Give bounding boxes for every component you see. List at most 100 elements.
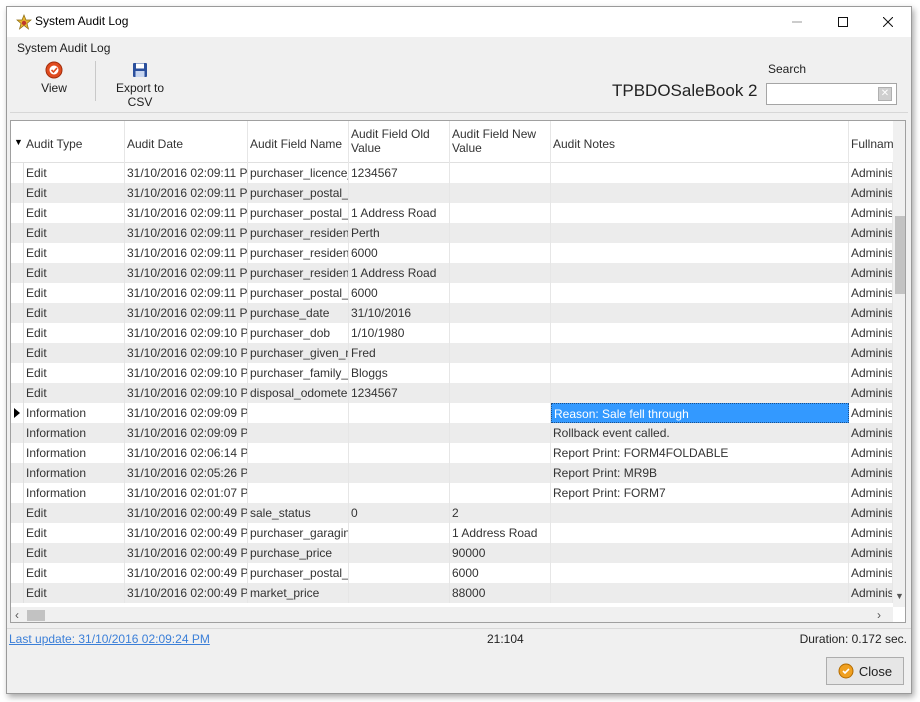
row-header[interactable]	[11, 423, 24, 443]
cell-fullname[interactable]: Adminis	[849, 503, 893, 523]
table-row[interactable]: Edit 31/10/2016 02:09:11 PM purchaser_resi…	[11, 223, 893, 243]
row-header[interactable]	[11, 183, 24, 203]
cell-new-value[interactable]	[450, 163, 551, 183]
row-header[interactable]	[11, 403, 24, 423]
cell-audit-notes[interactable]	[551, 183, 849, 203]
cell-new-value[interactable]	[450, 183, 551, 203]
cell-audit-notes[interactable]	[551, 383, 849, 403]
cell-field-name[interactable]	[248, 423, 349, 443]
cell-audit-notes[interactable]	[551, 323, 849, 343]
cell-old-value[interactable]	[349, 463, 450, 483]
cell-audit-type[interactable]: Edit	[24, 183, 125, 203]
cell-fullname[interactable]: Adminis	[849, 523, 893, 543]
cell-audit-notes[interactable]	[551, 223, 849, 243]
cell-field-name[interactable]: disposal_odometer	[248, 383, 349, 403]
cell-audit-date[interactable]: 31/10/2016 02:09:11 PM	[125, 303, 248, 323]
cell-audit-type[interactable]: Edit	[24, 343, 125, 363]
cell-audit-type[interactable]: Edit	[24, 503, 125, 523]
cell-old-value[interactable]: 6000	[349, 283, 450, 303]
table-row[interactable]: Edit 31/10/2016 02:00:49 PM purchase_price…	[11, 543, 893, 563]
clear-search-icon[interactable]: ✕	[878, 87, 892, 101]
cell-old-value[interactable]	[349, 403, 450, 423]
cell-field-name[interactable]: purchaser_residenti	[248, 223, 349, 243]
cell-new-value[interactable]	[450, 343, 551, 363]
cell-old-value[interactable]: Perth	[349, 223, 450, 243]
cell-audit-type[interactable]: Edit	[24, 303, 125, 323]
export-csv-button[interactable]: Export to CSV	[102, 61, 178, 109]
cell-audit-date[interactable]: 31/10/2016 02:00:49 PM	[125, 563, 248, 583]
cell-audit-notes[interactable]	[551, 583, 849, 603]
cell-fullname[interactable]: Adminis	[849, 243, 893, 263]
cell-fullname[interactable]: Adminis	[849, 223, 893, 243]
cell-audit-date[interactable]: 31/10/2016 02:09:11 PM	[125, 223, 248, 243]
table-row[interactable]: Edit 31/10/2016 02:09:11 PM purchase_date 3…	[11, 303, 893, 323]
cell-fullname[interactable]: Adminis	[849, 463, 893, 483]
cell-new-value[interactable]	[450, 323, 551, 343]
cell-old-value[interactable]: 1234567	[349, 163, 450, 183]
cell-new-value[interactable]	[450, 243, 551, 263]
cell-old-value[interactable]	[349, 423, 450, 443]
cell-audit-type[interactable]: Information	[24, 443, 125, 463]
cell-audit-date[interactable]: 31/10/2016 02:09:11 PM	[125, 203, 248, 223]
search-input[interactable]: ✕	[766, 83, 897, 105]
cell-audit-type[interactable]: Information	[24, 423, 125, 443]
cell-old-value[interactable]	[349, 483, 450, 503]
cell-old-value[interactable]: Bloggs	[349, 363, 450, 383]
cell-audit-date[interactable]: 31/10/2016 02:01:07 PM	[125, 483, 248, 503]
cell-field-name[interactable]	[248, 443, 349, 463]
cell-field-name[interactable]: purchaser_residenti	[248, 263, 349, 283]
cell-audit-type[interactable]: Information	[24, 463, 125, 483]
column-header-old-value[interactable]: Audit Field Old Value	[349, 121, 450, 163]
cell-new-value[interactable]	[450, 383, 551, 403]
cell-audit-notes[interactable]: Report Print: MR9B	[551, 463, 849, 483]
cell-fullname[interactable]: Adminis	[849, 363, 893, 383]
cell-audit-type[interactable]: Edit	[24, 283, 125, 303]
cell-old-value[interactable]: Fred	[349, 343, 450, 363]
cell-audit-type[interactable]: Edit	[24, 223, 125, 243]
vertical-scroll-thumb[interactable]	[895, 216, 905, 294]
cell-new-value[interactable]	[450, 303, 551, 323]
table-row[interactable]: Information 31/10/2016 02:05:26 PM Report …	[11, 463, 893, 483]
cell-audit-date[interactable]: 31/10/2016 02:09:11 PM	[125, 163, 248, 183]
cell-audit-type[interactable]: Edit	[24, 383, 125, 403]
table-row[interactable]: Edit 31/10/2016 02:09:11 PM purchaser_post…	[11, 283, 893, 303]
cell-audit-type[interactable]: Edit	[24, 263, 125, 283]
cell-audit-date[interactable]: 31/10/2016 02:09:09 PM	[125, 423, 248, 443]
cell-old-value[interactable]	[349, 183, 450, 203]
cell-audit-notes[interactable]	[551, 243, 849, 263]
horizontal-scroll-thumb[interactable]	[27, 610, 45, 621]
row-header[interactable]	[11, 523, 24, 543]
cell-new-value[interactable]: 90000	[450, 543, 551, 563]
cell-audit-date[interactable]: 31/10/2016 02:06:14 PM	[125, 443, 248, 463]
table-row[interactable]: Edit 31/10/2016 02:09:10 PM disposal_odome…	[11, 383, 893, 403]
cell-field-name[interactable]: purchaser_given_na	[248, 343, 349, 363]
cell-field-name[interactable]	[248, 403, 349, 423]
maximize-button[interactable]	[820, 7, 866, 37]
row-header[interactable]	[11, 583, 24, 603]
cell-old-value[interactable]: 31/10/2016	[349, 303, 450, 323]
table-row[interactable]: Edit 31/10/2016 02:09:10 PM purchaser_give…	[11, 343, 893, 363]
row-header[interactable]	[11, 343, 24, 363]
cell-fullname[interactable]: Adminis	[849, 263, 893, 283]
cell-fullname[interactable]: Adminis	[849, 383, 893, 403]
cell-audit-notes[interactable]	[551, 343, 849, 363]
table-row[interactable]: Edit 31/10/2016 02:09:11 PM purchaser_post…	[11, 203, 893, 223]
cell-audit-type[interactable]: Edit	[24, 543, 125, 563]
cell-audit-date[interactable]: 31/10/2016 02:09:10 PM	[125, 323, 248, 343]
table-row[interactable]: Edit 31/10/2016 02:00:49 PM purchaser_gara…	[11, 523, 893, 543]
cell-old-value[interactable]	[349, 523, 450, 543]
row-header[interactable]	[11, 223, 24, 243]
row-header[interactable]	[11, 503, 24, 523]
cell-field-name[interactable]: purchaser_postal_p	[248, 283, 349, 303]
scroll-right-icon[interactable]: ›	[877, 608, 881, 622]
row-header[interactable]	[11, 323, 24, 343]
cell-audit-notes[interactable]	[551, 363, 849, 383]
table-row[interactable]: Edit 31/10/2016 02:09:10 PM purchaser_dob 1…	[11, 323, 893, 343]
table-row[interactable]: Edit 31/10/2016 02:00:49 PM purchaser_post…	[11, 563, 893, 583]
cell-old-value[interactable]	[349, 563, 450, 583]
cell-new-value[interactable]	[450, 403, 551, 423]
column-header-audit-date[interactable]: Audit Date	[125, 121, 248, 163]
cell-fullname[interactable]: Adminis	[849, 583, 893, 603]
cell-new-value[interactable]	[450, 223, 551, 243]
cell-fullname[interactable]: Adminis	[849, 543, 893, 563]
